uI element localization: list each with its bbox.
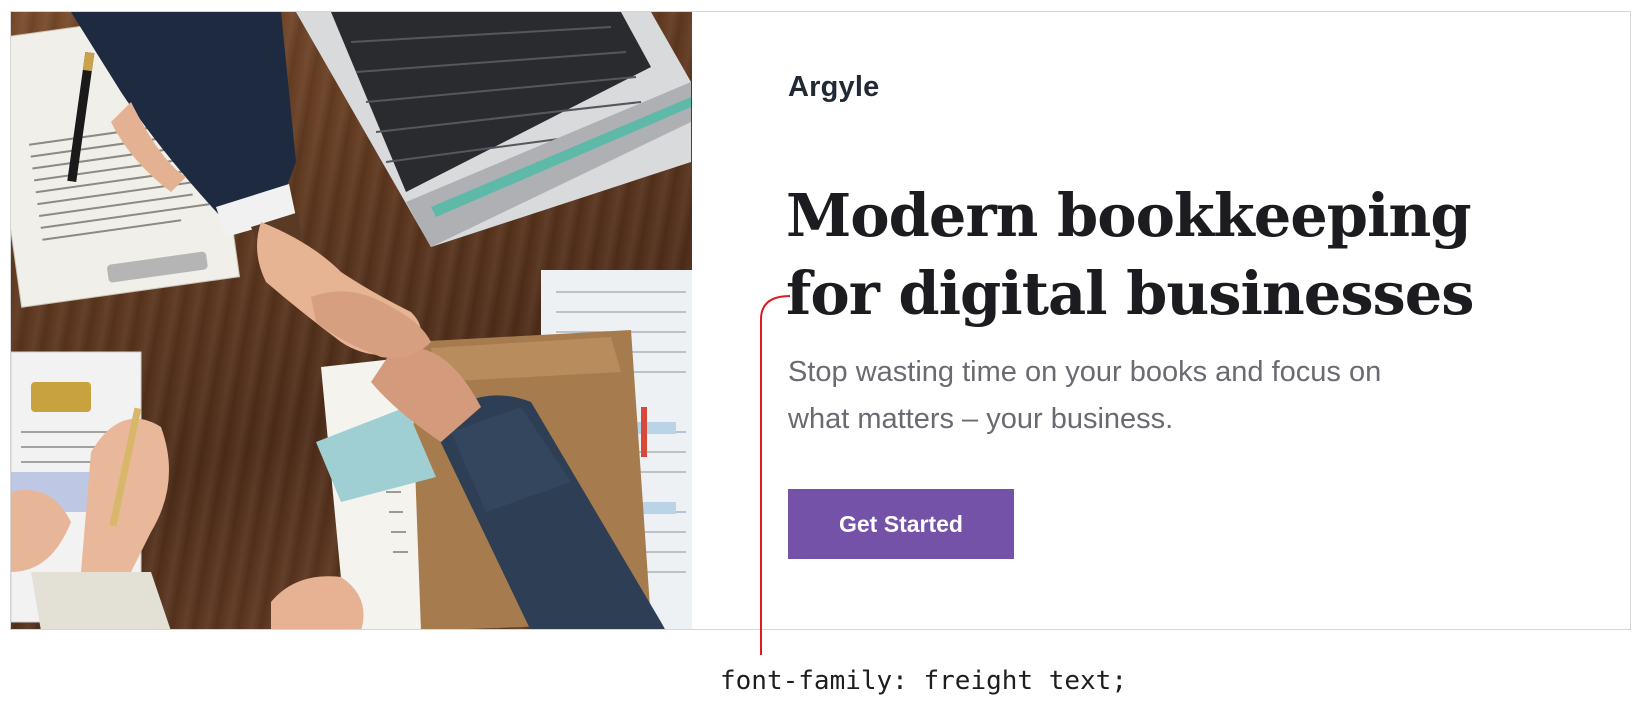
font-annotation-label: font-family: freight text;	[720, 666, 1127, 696]
annotation-pointer-line	[760, 295, 791, 655]
